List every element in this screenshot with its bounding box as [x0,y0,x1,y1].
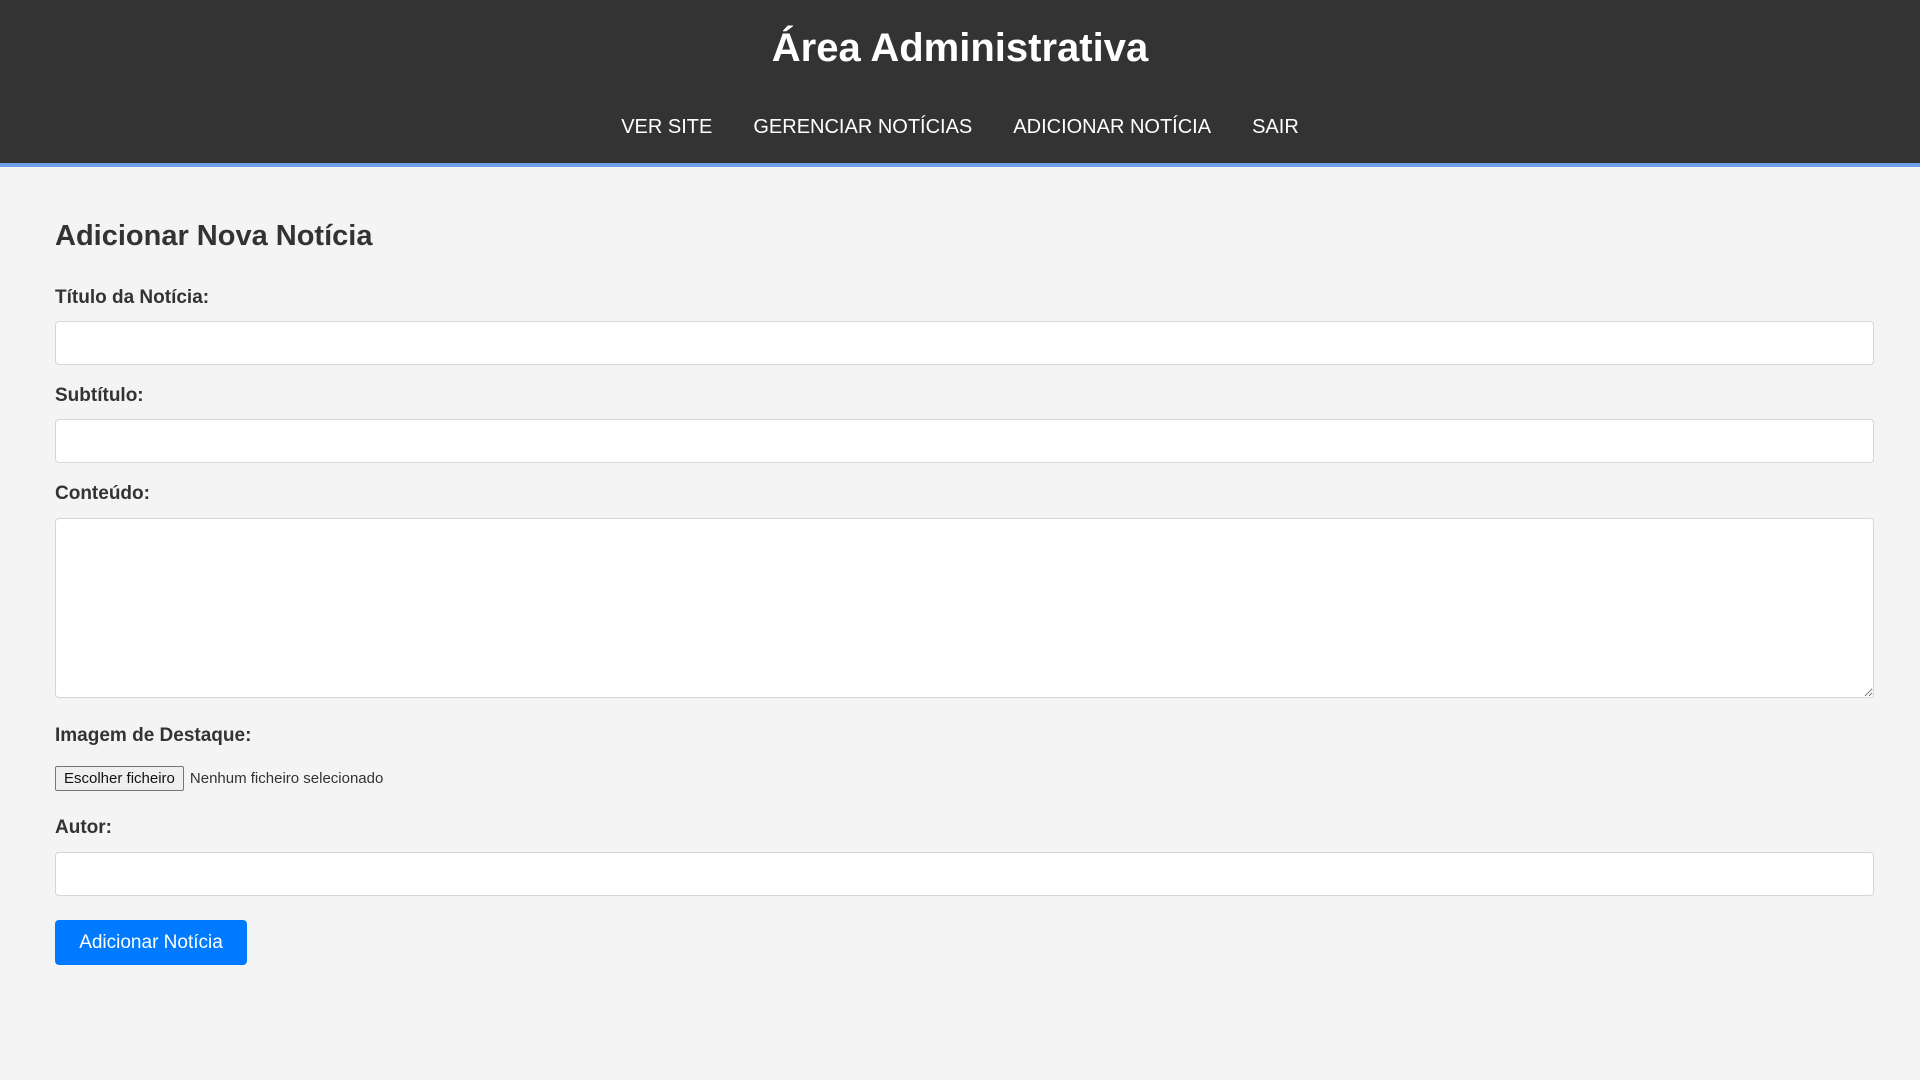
file-picker: Escolher ficheiro Nenhum ficheiro seleci… [55,766,383,791]
admin-header: Área Administrativa VER SITE GERENCIAR N… [0,0,1920,167]
nav-sair[interactable]: SAIR [1252,116,1299,139]
add-news-button[interactable]: Adicionar Notícia [55,920,247,965]
main-nav: VER SITE GERENCIAR NOTÍCIAS ADICIONAR NO… [0,116,1920,139]
image-label: Imagem de Destaque: [55,725,252,746]
nav-adicionar-noticia[interactable]: ADICIONAR NOTÍCIA [1013,116,1211,139]
page-title: Adicionar Nova Notícia [55,220,373,252]
title-input[interactable] [55,321,1874,365]
content-textarea[interactable] [55,518,1874,698]
nav-gerenciar-noticias[interactable]: GERENCIAR NOTÍCIAS [753,116,972,139]
content-label: Conteúdo: [55,483,150,504]
title-label: Título da Notícia: [55,287,210,308]
author-label: Autor: [55,817,112,838]
site-title: Área Administrativa [771,26,1149,70]
subtitle-input[interactable] [55,419,1874,463]
nav-ver-site[interactable]: VER SITE [621,116,712,139]
file-status: Nenhum ficheiro selecionado [189,770,384,787]
choose-file-button[interactable]: Escolher ficheiro [55,766,184,791]
subtitle-label: Subtítulo: [55,385,144,406]
author-input[interactable] [55,852,1874,896]
